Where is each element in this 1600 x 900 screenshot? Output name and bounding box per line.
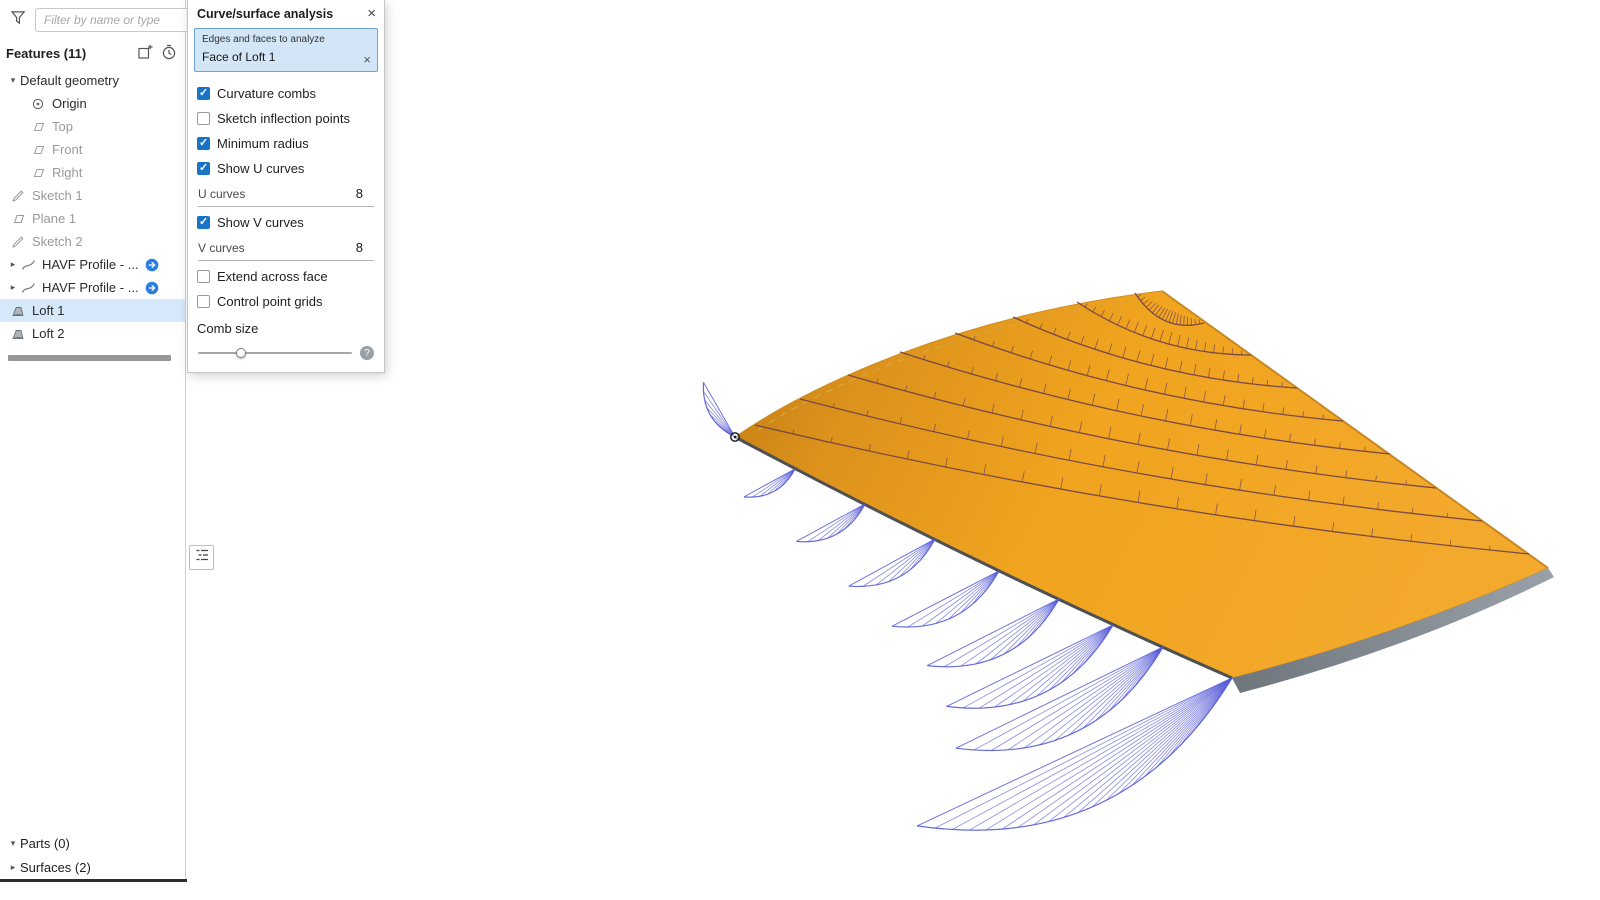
option-label: Extend across face bbox=[217, 269, 328, 284]
panel-bottom-divider bbox=[0, 879, 187, 882]
surfaces-section-header[interactable]: ▸ Surfaces (2) bbox=[0, 855, 185, 879]
derived-feature-icon[interactable] bbox=[145, 258, 159, 272]
loft-icon bbox=[10, 303, 26, 318]
option-label: Sketch inflection points bbox=[217, 111, 350, 126]
chevron-down-icon[interactable]: ▾ bbox=[6, 838, 20, 849]
surfaces-header-label: Surfaces (2) bbox=[20, 860, 91, 875]
sketch-icon bbox=[10, 188, 26, 203]
feature-item-havf-profile-2[interactable]: ▸ HAVF Profile - ... bbox=[0, 276, 185, 299]
sketch-inflection-points-option[interactable]: Sketch inflection points bbox=[188, 106, 384, 131]
feature-item-loft-2[interactable]: Loft 2 bbox=[0, 322, 185, 345]
selection-field-label: Edges and faces to analyze bbox=[202, 34, 359, 45]
plane-icon bbox=[10, 211, 26, 226]
field-label: V curves bbox=[198, 241, 356, 255]
feature-item-right-plane[interactable]: Right bbox=[0, 161, 185, 184]
show-u-curves-option[interactable]: Show U curves bbox=[188, 156, 384, 181]
option-label: Curvature combs bbox=[217, 86, 316, 101]
close-icon[interactable]: × bbox=[367, 8, 376, 20]
field-label: U curves bbox=[198, 187, 356, 201]
option-label: Control point grids bbox=[217, 294, 323, 309]
profile-curve-icon bbox=[20, 280, 36, 295]
feature-label: Front bbox=[52, 142, 82, 157]
extend-across-face-option[interactable]: Extend across face bbox=[188, 264, 384, 289]
option-label: Show U curves bbox=[217, 161, 304, 176]
minimum-radius-option[interactable]: Minimum radius bbox=[188, 131, 384, 156]
feature-label: Sketch 2 bbox=[32, 234, 83, 249]
v-curves-count-field[interactable]: V curves 8 bbox=[198, 236, 374, 261]
feature-item-havf-profile-1[interactable]: ▸ HAVF Profile - ... bbox=[0, 253, 185, 276]
features-header-label: Features (11) bbox=[6, 46, 86, 61]
control-point-grids-option[interactable]: Control point grids bbox=[188, 289, 384, 314]
checkbox[interactable] bbox=[197, 162, 210, 175]
checkbox[interactable] bbox=[197, 112, 210, 125]
feature-label: Right bbox=[52, 165, 82, 180]
plane-icon bbox=[30, 165, 46, 180]
feature-list-toggle-button[interactable] bbox=[189, 545, 214, 570]
checkbox[interactable] bbox=[197, 295, 210, 308]
feature-item-sketch-2[interactable]: Sketch 2 bbox=[0, 230, 185, 253]
field-value[interactable]: 8 bbox=[356, 240, 372, 255]
option-label: Minimum radius bbox=[217, 136, 309, 151]
feature-label: Top bbox=[52, 119, 73, 134]
profile-curve-icon bbox=[20, 257, 36, 272]
comb-size-label: Comb size bbox=[188, 314, 384, 338]
edges-faces-selection-field[interactable]: Edges and faces to analyze Face of Loft … bbox=[194, 28, 378, 72]
feature-item-front-plane[interactable]: Front bbox=[0, 138, 185, 161]
checkbox[interactable] bbox=[197, 137, 210, 150]
feature-label: Origin bbox=[52, 96, 87, 111]
checkbox[interactable] bbox=[197, 270, 210, 283]
dialog-title: Curve/surface analysis bbox=[197, 7, 367, 21]
derived-feature-icon[interactable] bbox=[145, 281, 159, 295]
help-icon[interactable]: ? bbox=[360, 346, 374, 360]
checkbox[interactable] bbox=[197, 216, 210, 229]
feature-item-loft-1[interactable]: Loft 1 bbox=[0, 299, 185, 322]
u-curves-count-field[interactable]: U curves 8 bbox=[198, 182, 374, 207]
feature-tree: ▾ Default geometry Origin Top Front bbox=[0, 69, 185, 345]
chevron-right-icon[interactable]: ▸ bbox=[6, 259, 20, 270]
feature-item-sketch-1[interactable]: Sketch 1 bbox=[0, 184, 185, 207]
sidebar-spacer bbox=[0, 361, 185, 831]
wing-model-canvas bbox=[187, 0, 1600, 900]
selection-field-value: Face of Loft 1 bbox=[202, 50, 359, 64]
3d-viewport[interactable] bbox=[187, 0, 1600, 900]
feature-label: Loft 1 bbox=[32, 303, 65, 318]
filter-icon[interactable] bbox=[10, 10, 27, 30]
feature-item-origin[interactable]: Origin bbox=[0, 92, 185, 115]
chevron-down-icon[interactable]: ▾ bbox=[6, 75, 20, 86]
parts-header-label: Parts (0) bbox=[20, 836, 70, 851]
insert-feature-icon[interactable] bbox=[137, 44, 153, 63]
curve-surface-analysis-dialog: Curve/surface analysis × Edges and faces… bbox=[187, 0, 385, 373]
checkbox[interactable] bbox=[197, 87, 210, 100]
feature-tree-panel: Features (11) ▾ Default geometry bbox=[0, 0, 186, 879]
plane-icon bbox=[30, 119, 46, 134]
parts-section-header[interactable]: ▾ Parts (0) bbox=[0, 831, 185, 855]
filter-input[interactable] bbox=[35, 8, 208, 32]
slider-thumb[interactable] bbox=[236, 348, 246, 358]
feature-label: Sketch 1 bbox=[32, 188, 83, 203]
feature-label: Loft 2 bbox=[32, 326, 65, 341]
feature-item-top-plane[interactable]: Top bbox=[0, 115, 185, 138]
sketch-icon bbox=[10, 234, 26, 249]
feature-label: HAVF Profile - ... bbox=[42, 280, 139, 295]
origin-icon bbox=[30, 96, 46, 111]
chevron-right-icon[interactable]: ▸ bbox=[6, 282, 20, 293]
history-icon[interactable] bbox=[161, 44, 177, 63]
option-label: Show V curves bbox=[217, 215, 304, 230]
feature-item-default-geometry[interactable]: ▾ Default geometry bbox=[0, 69, 185, 92]
chevron-right-icon[interactable]: ▸ bbox=[6, 862, 20, 873]
curvature-combs-option[interactable]: Curvature combs bbox=[188, 81, 384, 106]
feature-list-icon bbox=[194, 547, 210, 568]
plane-icon bbox=[30, 142, 46, 157]
feature-label: Plane 1 bbox=[32, 211, 76, 226]
field-value[interactable]: 8 bbox=[356, 186, 372, 201]
comb-size-slider[interactable] bbox=[198, 352, 352, 354]
feature-item-plane-1[interactable]: Plane 1 bbox=[0, 207, 185, 230]
feature-label: Default geometry bbox=[20, 73, 119, 88]
show-v-curves-option[interactable]: Show V curves bbox=[188, 210, 384, 235]
clear-selection-icon[interactable]: × bbox=[363, 54, 371, 65]
feature-label: HAVF Profile - ... bbox=[42, 257, 139, 272]
loft-icon bbox=[10, 326, 26, 341]
